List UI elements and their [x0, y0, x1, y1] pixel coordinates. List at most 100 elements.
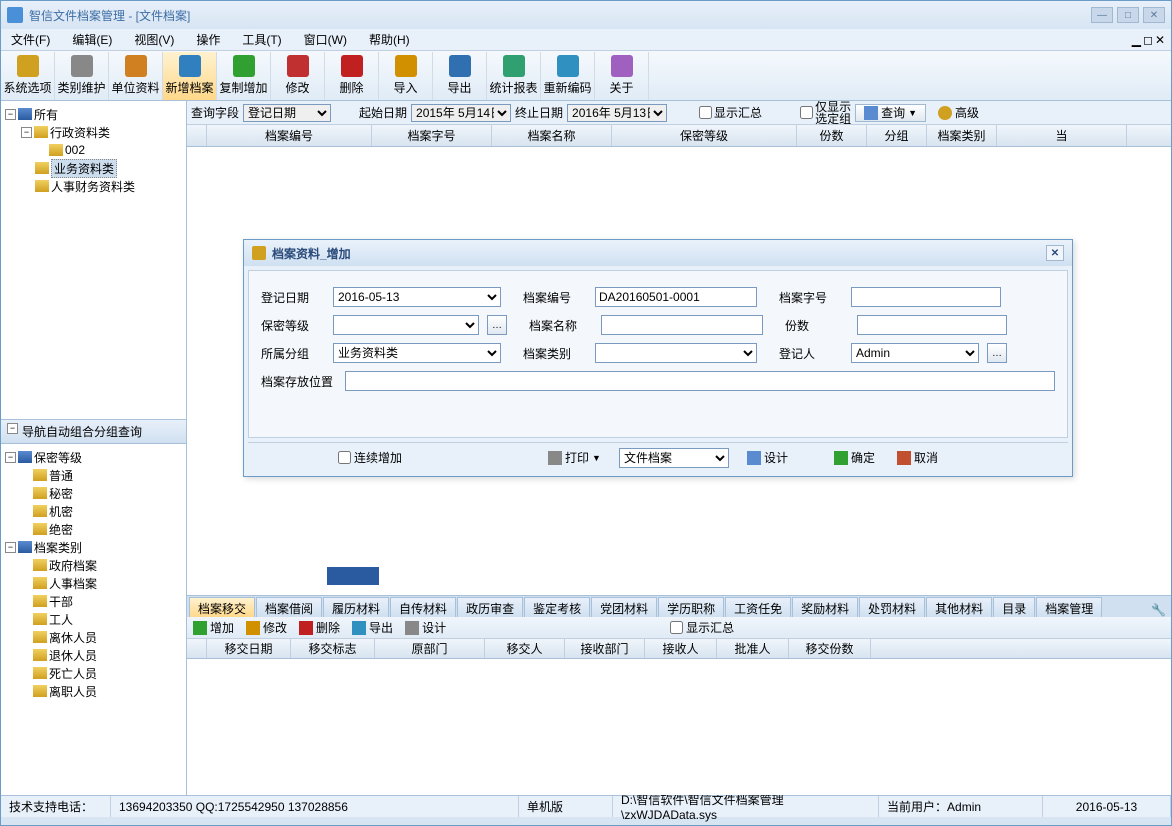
tree-group[interactable]: −档案类别 — [5, 538, 182, 556]
design-button[interactable]: 设计 — [743, 447, 792, 468]
location-input[interactable] — [345, 371, 1055, 391]
doc-code-input[interactable] — [851, 287, 1001, 307]
toolbar-button-7[interactable]: 导入 — [379, 52, 433, 100]
tree-leaf[interactable]: 绝密 — [5, 520, 182, 538]
bottom-tab[interactable]: 档案移交 — [189, 597, 255, 617]
tree-collapse-icon[interactable]: − — [5, 452, 16, 463]
search-button[interactable]: 查询▼ — [855, 104, 926, 122]
sub-toolbar-button[interactable]: 导出 — [352, 619, 393, 636]
tree-leaf[interactable]: 政府档案 — [5, 556, 182, 574]
menu-operate[interactable]: 操作 — [192, 29, 224, 50]
grid-column-header[interactable]: 档案字号 — [372, 125, 492, 146]
tree-collapse-icon[interactable]: − — [5, 109, 16, 120]
bottom-tab[interactable]: 自传材料 — [390, 597, 456, 617]
minimize-button[interactable]: — — [1091, 7, 1113, 23]
toolbar-button-0[interactable]: 系统选项 — [1, 52, 55, 100]
toolbar-button-1[interactable]: 类别维护 — [55, 52, 109, 100]
menu-file[interactable]: 文件(F) — [7, 29, 54, 50]
sub-show-summary-checkbox[interactable]: 显示汇总 — [670, 619, 734, 636]
grid-column-header[interactable]: 保密等级 — [612, 125, 797, 146]
secret-browse-button[interactable]: … — [487, 315, 507, 335]
tree-leaf[interactable]: 离职人员 — [5, 682, 182, 700]
ok-button[interactable]: 确定 — [830, 447, 879, 468]
sub-toolbar-button[interactable]: 增加 — [193, 619, 234, 636]
bottom-tab[interactable]: 档案借阅 — [256, 597, 322, 617]
show-summary-checkbox[interactable]: 显示汇总 — [699, 104, 762, 121]
sub-grid-column-header[interactable]: 接收部门 — [565, 639, 645, 658]
start-date-input[interactable]: 2015年 5月14日 — [411, 104, 511, 122]
tree-leaf[interactable]: 秘密 — [5, 484, 182, 502]
sub-toolbar-button[interactable]: 设计 — [405, 619, 446, 636]
menu-edit[interactable]: 编辑(E) — [68, 29, 116, 50]
tree-leaf[interactable]: 机密 — [5, 502, 182, 520]
sub-grid-column-header[interactable]: 移交日期 — [207, 639, 291, 658]
grid-column-header[interactable]: 分组 — [867, 125, 927, 146]
tree-leaf[interactable]: 死亡人员 — [5, 664, 182, 682]
tree-collapse-icon[interactable]: − — [7, 423, 18, 434]
copies-input[interactable] — [857, 315, 1007, 335]
sub-grid-column-header[interactable]: 移交份数 — [789, 639, 871, 658]
secret-select[interactable] — [333, 315, 479, 335]
grid-column-header[interactable]: 当 — [997, 125, 1127, 146]
registrar-browse-button[interactable]: … — [987, 343, 1007, 363]
toolbar-button-9[interactable]: 统计报表 — [487, 52, 541, 100]
tree-leaf[interactable]: 离休人员 — [5, 628, 182, 646]
dialog-titlebar[interactable]: 档案资料_增加 ✕ — [244, 240, 1072, 266]
reg-date-input[interactable]: 2016-05-13 — [333, 287, 501, 307]
grid-column-header[interactable]: 档案类别 — [927, 125, 997, 146]
grid-column-header[interactable]: 份数 — [797, 125, 867, 146]
dialog-close-button[interactable]: ✕ — [1046, 245, 1064, 261]
toolbar-button-11[interactable]: 关于 — [595, 52, 649, 100]
sub-grid-row-selector[interactable] — [187, 639, 207, 658]
group-select[interactable]: 业务资料类 — [333, 343, 501, 363]
menu-tools[interactable]: 工具(T) — [238, 29, 285, 50]
advanced-button[interactable]: 高级 — [930, 104, 987, 122]
bottom-tab[interactable]: 奖励材料 — [792, 597, 858, 617]
continuous-add-checkbox[interactable]: 连续增加 — [334, 447, 406, 468]
menu-help[interactable]: 帮助(H) — [365, 29, 414, 50]
bottom-tab[interactable]: 处罚材料 — [859, 597, 925, 617]
filter-tree[interactable]: −保密等级普通秘密机密绝密−档案类别政府档案人事档案干部工人离休人员退休人员死亡… — [1, 444, 186, 795]
grid-column-header[interactable]: 档案编号 — [207, 125, 372, 146]
sub-toolbar-button[interactable]: 删除 — [299, 619, 340, 636]
tree-group[interactable]: −保密等级 — [5, 448, 182, 466]
bottom-tab[interactable]: 鉴定考核 — [524, 597, 590, 617]
toolbar-button-5[interactable]: 修改 — [271, 52, 325, 100]
toolbar-button-2[interactable]: 单位资料 — [109, 52, 163, 100]
mdi-restore[interactable]: ◻ — [1143, 33, 1153, 47]
sub-grid-column-header[interactable]: 接收人 — [645, 639, 717, 658]
bottom-tab[interactable]: 档案管理 — [1036, 597, 1102, 617]
toolbar-button-8[interactable]: 导出 — [433, 52, 487, 100]
mdi-minimize[interactable]: ▁ — [1132, 33, 1141, 47]
menu-window[interactable]: 窗口(W) — [300, 29, 351, 50]
bottom-tab[interactable]: 政历审查 — [457, 597, 523, 617]
registrar-select[interactable]: Admin — [851, 343, 979, 363]
tree-leaf[interactable]: 人事档案 — [5, 574, 182, 592]
bottom-tab[interactable]: 党团材料 — [591, 597, 657, 617]
tree-node-label[interactable]: 002 — [65, 143, 85, 157]
tree-leaf[interactable]: 干部 — [5, 592, 182, 610]
grid-body[interactable]: 档案资料_增加 ✕ 登记日期 2016-05-13 档案编号 档案字号 — [187, 147, 1171, 595]
close-button[interactable]: ✕ — [1143, 7, 1165, 23]
toolbar-button-10[interactable]: 重新编码 — [541, 52, 595, 100]
sub-grid-column-header[interactable]: 移交标志 — [291, 639, 375, 658]
doc-no-input[interactable] — [595, 287, 757, 307]
toolbar-button-6[interactable]: 删除 — [325, 52, 379, 100]
query-field-select[interactable]: 登记日期 — [243, 104, 331, 122]
only-selected-checkbox[interactable]: 仅显示选定组 — [800, 101, 851, 125]
tree-collapse-icon[interactable]: − — [5, 542, 16, 553]
bottom-tab[interactable]: 学历职称 — [658, 597, 724, 617]
bottom-tab[interactable]: 工资任免 — [725, 597, 791, 617]
sub-grid-column-header[interactable]: 原部门 — [375, 639, 485, 658]
tree-leaf[interactable]: 普通 — [5, 466, 182, 484]
category-tree[interactable]: −所有 −行政资料类 002 业务资料类 人事财务资料类 — [1, 101, 186, 419]
doc-name-input[interactable] — [601, 315, 763, 335]
sub-grid-body[interactable] — [187, 659, 1171, 795]
tree-leaf[interactable]: 退休人员 — [5, 646, 182, 664]
bottom-tab[interactable]: 其他材料 — [926, 597, 992, 617]
wrench-icon[interactable]: 🔧 — [1151, 603, 1171, 617]
tree-collapse-icon[interactable]: − — [21, 127, 32, 138]
bottom-tab[interactable]: 目录 — [993, 597, 1035, 617]
grid-column-header[interactable]: 档案名称 — [492, 125, 612, 146]
end-date-input[interactable]: 2016年 5月13日 — [567, 104, 667, 122]
